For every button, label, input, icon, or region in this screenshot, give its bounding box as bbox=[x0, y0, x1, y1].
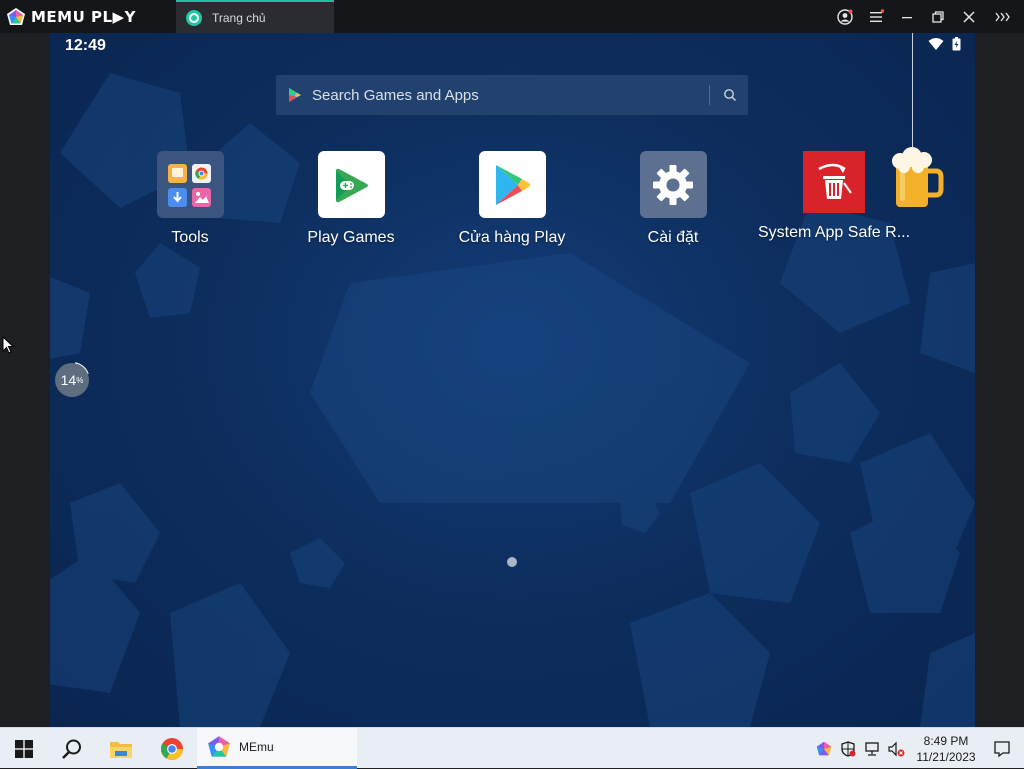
tools-folder-icon bbox=[156, 151, 224, 218]
logo-text: MEMU PL▶Y bbox=[31, 8, 136, 26]
tab-home-label: Trang chủ bbox=[212, 10, 266, 25]
app-tools[interactable]: Tools bbox=[110, 151, 270, 247]
memu-gem-icon bbox=[7, 8, 25, 25]
android-home-screen[interactable]: 12:49 Search Games and Apps Tools Play G… bbox=[50, 33, 975, 727]
chrome-icon bbox=[160, 737, 183, 760]
close-button[interactable] bbox=[958, 6, 980, 28]
app-play-store[interactable]: Cửa hàng Play bbox=[432, 151, 592, 247]
shield-icon bbox=[841, 740, 856, 757]
minimize-icon bbox=[902, 17, 912, 19]
beer-hanging-string bbox=[912, 33, 913, 151]
tray-volume[interactable] bbox=[884, 737, 908, 761]
taskbar-chrome[interactable] bbox=[148, 728, 196, 769]
restore-button[interactable] bbox=[927, 6, 949, 28]
tray-time: 8:49 PM bbox=[923, 733, 969, 748]
progress-badge: 14% bbox=[55, 363, 89, 397]
play-store-icon bbox=[478, 151, 546, 218]
tray-date: 11/21/2023 bbox=[916, 749, 976, 764]
home-tab-icon bbox=[186, 9, 202, 26]
app-label-play-store: Cửa hàng Play bbox=[458, 229, 566, 246]
progress-unit: % bbox=[76, 375, 84, 385]
menu-icon bbox=[870, 9, 884, 22]
search-icon bbox=[62, 739, 81, 759]
progress-indicator: 14% bbox=[55, 362, 89, 397]
emulator-titlebar: MEMU PL▶Y Trang chủ bbox=[0, 0, 1024, 33]
expand-sidebar-button[interactable] bbox=[992, 6, 1014, 28]
search-divider bbox=[709, 85, 710, 105]
app-label-system-app-safe-remover: System App Safe R... bbox=[757, 224, 911, 241]
memu-tray-icon bbox=[816, 741, 832, 755]
search-button[interactable] bbox=[720, 85, 740, 105]
app-settings[interactable]: Cài đặt bbox=[593, 151, 753, 247]
android-status-icons bbox=[928, 37, 961, 51]
notification-icon bbox=[994, 740, 1010, 757]
windows-logo-icon bbox=[15, 739, 33, 758]
minimize-button[interactable] bbox=[896, 6, 918, 28]
memu-gem-icon bbox=[208, 736, 230, 757]
taskbar-memu-app[interactable]: MEmu bbox=[197, 728, 357, 769]
search-input[interactable] bbox=[312, 83, 692, 107]
search-bar[interactable] bbox=[276, 75, 748, 115]
taskbar-search-button[interactable] bbox=[48, 728, 96, 769]
system-tray: 8:49 PM 11/21/2023 bbox=[812, 728, 1024, 769]
play-games-icon bbox=[317, 151, 385, 218]
account-button[interactable] bbox=[834, 6, 856, 28]
windows-taskbar: MEmu 8:49 PM 11/21/2023 bbox=[0, 727, 1024, 769]
tray-security[interactable] bbox=[836, 737, 860, 761]
emulator-frame-right bbox=[975, 33, 1024, 727]
progress-value: 14 bbox=[60, 372, 77, 388]
expand-sidebar-icon bbox=[995, 12, 1010, 22]
battery-charging-icon bbox=[952, 37, 961, 51]
tray-clock[interactable]: 8:49 PM 11/21/2023 bbox=[912, 733, 980, 765]
notification-center-button[interactable] bbox=[980, 728, 1024, 769]
app-label-tools: Tools bbox=[171, 229, 209, 246]
folder-icon bbox=[110, 741, 132, 758]
beer-mug-icon[interactable] bbox=[888, 145, 946, 211]
app-label-play-games: Play Games bbox=[307, 229, 395, 246]
page-indicator-dot[interactable] bbox=[507, 557, 517, 567]
menu-button[interactable] bbox=[865, 6, 887, 28]
volume-muted-icon bbox=[888, 741, 905, 756]
wallpaper-pentagons bbox=[50, 73, 975, 727]
trash-icon bbox=[803, 151, 865, 213]
taskbar-file-explorer[interactable] bbox=[97, 728, 145, 769]
wifi-icon bbox=[928, 38, 944, 50]
close-icon bbox=[963, 11, 975, 23]
tab-home[interactable]: Trang chủ bbox=[176, 0, 334, 33]
android-clock: 12:49 bbox=[65, 37, 106, 54]
memu-logo: MEMU PL▶Y bbox=[6, 7, 156, 27]
taskbar-memu-label: MEmu bbox=[239, 740, 274, 754]
tray-network[interactable] bbox=[860, 737, 884, 761]
emulator-frame-left bbox=[0, 33, 50, 727]
settings-gear-icon bbox=[639, 151, 707, 218]
app-play-games[interactable]: Play Games bbox=[271, 151, 431, 247]
start-button[interactable] bbox=[0, 728, 48, 769]
mouse-cursor-icon bbox=[2, 336, 14, 354]
network-icon bbox=[865, 741, 879, 756]
account-icon bbox=[837, 9, 853, 25]
tray-memu[interactable] bbox=[812, 737, 836, 761]
app-label-settings: Cài đặt bbox=[647, 229, 699, 246]
search-icon bbox=[724, 89, 736, 101]
play-store-logo-icon bbox=[289, 88, 301, 102]
restore-icon bbox=[932, 11, 944, 23]
